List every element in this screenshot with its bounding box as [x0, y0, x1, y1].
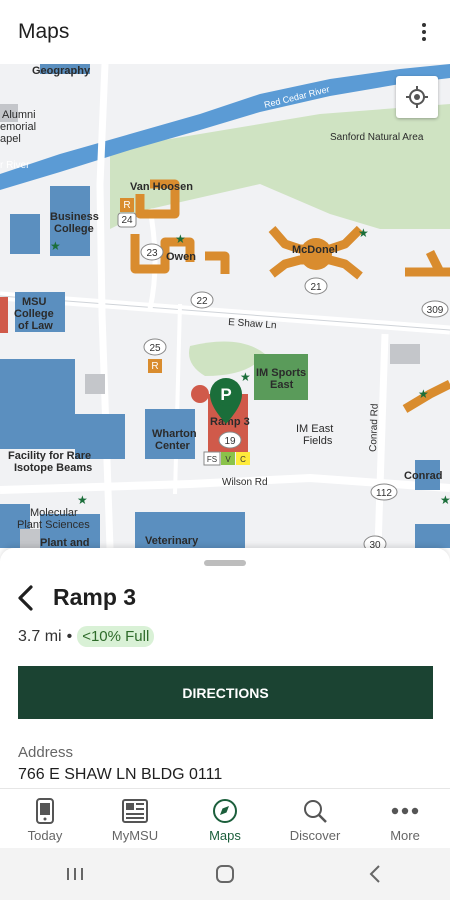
svg-text:College: College — [54, 223, 94, 235]
nav-label-more: More — [390, 828, 420, 843]
svg-text:Fields: Fields — [303, 435, 333, 447]
location-meta: 3.7 mi • <10% Full — [18, 626, 155, 647]
svg-text:Plant Sciences: Plant Sciences — [17, 519, 90, 531]
svg-text:Plant and: Plant and — [40, 537, 90, 548]
campus-map[interactable]: ★ ★ ★ ★ ★ ★ ★ R 24 23 22 21 309 25 R 19 … — [0, 64, 450, 548]
svg-text:Veterinary: Veterinary — [145, 535, 199, 547]
svg-text:21: 21 — [310, 282, 322, 293]
svg-text:Van Hoosen: Van Hoosen — [130, 181, 193, 193]
svg-text:r River: r River — [0, 160, 30, 171]
svg-text:Business: Business — [50, 211, 99, 223]
svg-text:Wilson Rd: Wilson Rd — [222, 477, 268, 488]
my-location-icon — [406, 86, 428, 108]
nav-item-today[interactable]: Today — [0, 789, 90, 848]
nav-item-more[interactable]: More — [360, 789, 450, 848]
svg-text:FS: FS — [207, 455, 217, 464]
app-bar: Maps — [0, 0, 450, 64]
svg-text:★: ★ — [50, 239, 61, 253]
svg-text:Owen: Owen — [166, 251, 196, 263]
svg-text:19: 19 — [224, 436, 236, 447]
nav-label-mymsu: MyMSU — [111, 828, 159, 843]
svg-text:Alumni: Alumni — [2, 109, 36, 121]
svg-text:Facility for Rare: Facility for Rare — [8, 450, 91, 462]
nav-item-discover[interactable]: Discover — [270, 789, 360, 848]
svg-text:★: ★ — [77, 493, 88, 507]
compass-icon — [210, 797, 240, 825]
svg-text:East: East — [270, 379, 294, 391]
svg-text:MSU: MSU — [22, 296, 47, 308]
system-navigation-bar — [0, 848, 450, 900]
svg-text:Wharton: Wharton — [152, 428, 197, 440]
location-details-sheet: Ramp 3 3.7 mi • <10% Full DIRECTIONS Add… — [0, 548, 450, 788]
svg-text:McDonel: McDonel — [292, 244, 338, 256]
svg-text:★: ★ — [418, 387, 429, 401]
svg-text:112: 112 — [376, 488, 392, 499]
svg-text:★: ★ — [440, 493, 450, 507]
newspaper-icon — [120, 797, 150, 825]
search-icon — [300, 797, 330, 825]
location-title: Ramp 3 — [53, 584, 137, 610]
svg-text:Sanford Natural Area: Sanford Natural Area — [330, 132, 424, 143]
svg-text:Conrad Rd: Conrad Rd — [368, 403, 381, 452]
chevron-left-icon — [18, 585, 33, 611]
address-value: 766 E SHAW LN BLDG 0111 — [18, 766, 223, 783]
svg-text:Center: Center — [155, 440, 191, 452]
directions-button[interactable]: DIRECTIONS — [18, 666, 433, 719]
parking-west — [0, 297, 8, 333]
svg-text:30: 30 — [369, 540, 381, 548]
svg-text:★: ★ — [358, 226, 369, 240]
svg-text:IM Sports: IM Sports — [256, 367, 306, 379]
more-vert-icon[interactable] — [412, 20, 436, 44]
svg-text:Isotope Beams: Isotope Beams — [14, 462, 92, 474]
svg-text:R: R — [151, 361, 158, 372]
svg-text:25: 25 — [149, 343, 161, 354]
nav-label-discover: Discover — [289, 828, 341, 843]
my-location-button[interactable] — [396, 76, 438, 118]
capacity-badge: <10% Full — [77, 626, 155, 647]
svg-text:P: P — [220, 385, 231, 404]
back-button[interactable] — [10, 582, 42, 614]
maps-screen: Maps ★ ★ ★ ★ ★ ★ ★ R 24 23 22 21 309 25 … — [0, 0, 450, 900]
nav-item-maps[interactable]: Maps — [180, 789, 270, 848]
svg-text:309: 309 — [427, 305, 444, 316]
svg-text:V: V — [225, 455, 231, 464]
svg-text:of Law: of Law — [18, 320, 53, 332]
svg-text:apel: apel — [0, 133, 21, 145]
svg-text:★: ★ — [240, 370, 251, 384]
nav-item-mymsu[interactable]: MyMSU — [90, 789, 180, 848]
sheet-drag-handle[interactable] — [204, 560, 246, 566]
distance-text: 3.7 mi — [18, 627, 62, 645]
page-title: Maps — [18, 20, 70, 43]
home-icon[interactable] — [195, 854, 255, 894]
svg-text:Molecular: Molecular — [30, 507, 78, 519]
svg-text:23: 23 — [146, 248, 158, 259]
svg-text:C: C — [240, 455, 246, 464]
back-icon[interactable] — [345, 854, 405, 894]
recents-icon[interactable] — [45, 854, 105, 894]
meta-separator: • — [66, 627, 73, 645]
svg-text:emorial: emorial — [0, 121, 36, 133]
nav-label-today: Today — [27, 828, 63, 843]
svg-text:Geography: Geography — [32, 65, 91, 77]
nav-label-maps: Maps — [209, 828, 241, 843]
map-canvas[interactable]: ★ ★ ★ ★ ★ ★ ★ R 24 23 22 21 309 25 R 19 … — [0, 64, 450, 548]
svg-text:Conrad: Conrad — [404, 470, 443, 482]
svg-text:22: 22 — [196, 296, 208, 307]
svg-text:IM East: IM East — [296, 423, 333, 435]
svg-text:R: R — [123, 200, 130, 211]
svg-text:24: 24 — [121, 215, 133, 226]
more-horiz-icon — [390, 797, 420, 825]
svg-text:College: College — [14, 308, 54, 320]
bottom-navigation: Today MyMSU Maps Discover More — [0, 788, 450, 848]
phone-icon — [30, 797, 60, 825]
svg-text:★: ★ — [175, 232, 186, 246]
address-label: Address — [18, 744, 74, 761]
